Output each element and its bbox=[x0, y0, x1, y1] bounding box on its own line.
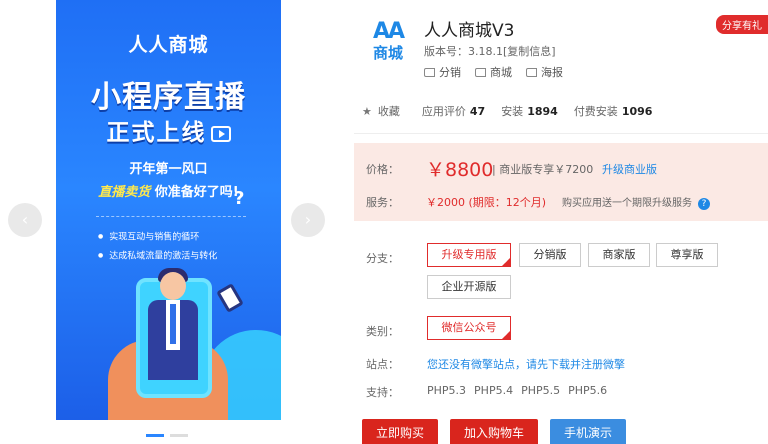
selected-check-icon bbox=[501, 330, 511, 340]
rating-stat: 应用评价 47 bbox=[422, 103, 485, 119]
install-value: 1894 bbox=[527, 105, 558, 118]
share-reward-button[interactable]: 分享有礼 bbox=[716, 15, 768, 34]
banner-subhead-text: 正式上线 bbox=[106, 120, 207, 146]
image-carousel: 人人商城 小程序直播 正式上线 开年第一风口 直播卖货 你准备好了吗! ? 实现… bbox=[0, 0, 340, 444]
banner-tagline-rest: 你准备好了吗! bbox=[154, 185, 239, 200]
logo-text: 商城 bbox=[372, 44, 403, 62]
carousel-next-button[interactable]: › bbox=[291, 203, 325, 237]
tag-icon bbox=[475, 68, 486, 77]
tag-item[interactable]: 海报 bbox=[526, 64, 563, 80]
app-info-panel: AA 商城 人人商城V3 版本号：3.18.1[复制信息] 分销 商城 海报 分… bbox=[354, 0, 768, 444]
banner-tagline-highlight: 直播卖货 bbox=[98, 185, 151, 200]
banner-divider bbox=[96, 216, 246, 217]
help-icon[interactable]: ? bbox=[698, 198, 710, 210]
site-label: 站点： bbox=[366, 358, 399, 371]
php-support-list: PHP5.3 PHP5.4 PHP5.5 PHP5.6 bbox=[427, 384, 607, 397]
tag-icon bbox=[424, 68, 435, 77]
service-label: 服务： bbox=[366, 196, 399, 209]
paid-install-value: 1096 bbox=[621, 105, 653, 118]
rating-value: 47 bbox=[469, 105, 486, 118]
favorite-button[interactable]: 收藏 bbox=[378, 103, 400, 119]
paid-install-stat: 付费安装 1096 bbox=[574, 103, 653, 119]
banner-tagline-2: 直播卖货 你准备好了吗! bbox=[56, 181, 281, 200]
upgrade-business-link[interactable]: 升级商业版 bbox=[602, 161, 657, 177]
banner-bullet: 实现互动与销售的循环 bbox=[98, 228, 217, 247]
banner-subhead: 正式上线 bbox=[56, 113, 281, 147]
price-value: ￥8800 bbox=[426, 159, 494, 181]
banner-brand: 人人商城 bbox=[128, 34, 209, 56]
edition-option[interactable]: 商家版 bbox=[588, 243, 650, 267]
service-note-text: 购买应用送一个期限升级服务 bbox=[562, 198, 692, 209]
carousel-dot-active[interactable] bbox=[146, 434, 164, 437]
app-logo: AA 商城 bbox=[362, 20, 414, 72]
tag-item[interactable]: 商城 bbox=[475, 64, 512, 80]
carousel-indicators bbox=[146, 434, 188, 437]
install-stat: 安装 1894 bbox=[501, 103, 558, 119]
php-version: PHP5.6 bbox=[568, 384, 608, 397]
question-mark-decoration: ? bbox=[234, 188, 245, 209]
php-version: PHP5.5 bbox=[521, 384, 561, 397]
logo-mark: AA bbox=[372, 19, 405, 44]
device-illustration bbox=[216, 283, 244, 313]
service-note: 购买应用送一个期限升级服务? bbox=[562, 194, 710, 210]
tag-label: 分销 bbox=[439, 66, 461, 79]
action-buttons: 立即购买 加入购物车 手机演示 bbox=[362, 419, 627, 444]
app-stats: ★ 收藏 应用评价 47 安装 1894 付费安装 1096 bbox=[354, 96, 768, 126]
edition-option[interactable]: 分销版 bbox=[519, 243, 581, 267]
tag-icon bbox=[526, 68, 537, 77]
banner-headline: 小程序直播 bbox=[91, 80, 246, 115]
category-label: 类别： bbox=[366, 325, 399, 338]
promo-banner: 人人商城 小程序直播 正式上线 开年第一风口 直播卖货 你准备好了吗! ? 实现… bbox=[56, 0, 281, 420]
person-head-illustration bbox=[160, 272, 186, 300]
app-version[interactable]: 版本号：3.18.1[复制信息] bbox=[424, 43, 556, 59]
install-label: 安装 bbox=[501, 105, 524, 118]
edition-option[interactable]: 企业开源版 bbox=[427, 275, 511, 299]
carousel-prev-button[interactable]: ‹ bbox=[8, 203, 42, 237]
business-price: | 商业版专享￥7200 bbox=[492, 163, 594, 176]
app-title: 人人商城V3 bbox=[424, 21, 515, 41]
buy-now-button[interactable]: 立即购买 bbox=[362, 419, 439, 444]
chevron-left-icon: ‹ bbox=[21, 210, 29, 229]
tag-label: 海报 bbox=[541, 66, 563, 79]
app-tags: 分销 商城 海报 bbox=[424, 64, 563, 80]
app-detail-page: 人人商城 小程序直播 正式上线 开年第一风口 直播卖货 你准备好了吗! ? 实现… bbox=[0, 0, 768, 444]
edition-option-label: 升级专用版 bbox=[441, 248, 497, 261]
tag-label: 商城 bbox=[490, 66, 512, 79]
site-register-link[interactable]: 您还没有微擎站点，请先下载并注册微擎 bbox=[427, 356, 625, 372]
banner-bullet: 达成私域流量的激活与转化 bbox=[98, 247, 217, 266]
carousel-dot[interactable] bbox=[170, 434, 188, 437]
tag-item[interactable]: 分销 bbox=[424, 64, 461, 80]
rating-label: 应用评价 bbox=[421, 105, 466, 118]
banner-tagline-1: 开年第一风口 bbox=[129, 162, 208, 177]
category-option-label: 微信公众号 bbox=[441, 321, 497, 334]
banner-bullets: 实现互动与销售的循环 达成私域流量的激活与转化 bbox=[98, 228, 217, 265]
selected-check-icon bbox=[501, 257, 511, 267]
person-tie-illustration bbox=[170, 304, 176, 344]
category-option-selected[interactable]: 微信公众号 bbox=[427, 316, 511, 340]
php-version: PHP5.4 bbox=[474, 384, 514, 397]
service-value: ￥2000 (期限：12个月) bbox=[426, 196, 547, 209]
php-version: PHP5.3 bbox=[427, 384, 467, 397]
play-icon bbox=[210, 125, 231, 142]
chevron-right-icon: › bbox=[304, 210, 312, 229]
edition-label: 分支： bbox=[366, 252, 399, 265]
edition-option[interactable]: 尊享版 bbox=[656, 243, 718, 267]
mobile-demo-button[interactable]: 手机演示 bbox=[550, 419, 627, 444]
add-to-cart-button[interactable]: 加入购物车 bbox=[450, 419, 539, 444]
star-icon[interactable]: ★ bbox=[362, 105, 372, 118]
paid-install-label: 付费安装 bbox=[573, 105, 618, 118]
edition-option-selected[interactable]: 升级专用版 bbox=[427, 243, 511, 267]
price-label: 价格： bbox=[366, 163, 399, 176]
support-label: 支持： bbox=[366, 386, 399, 399]
section-divider bbox=[354, 133, 768, 134]
